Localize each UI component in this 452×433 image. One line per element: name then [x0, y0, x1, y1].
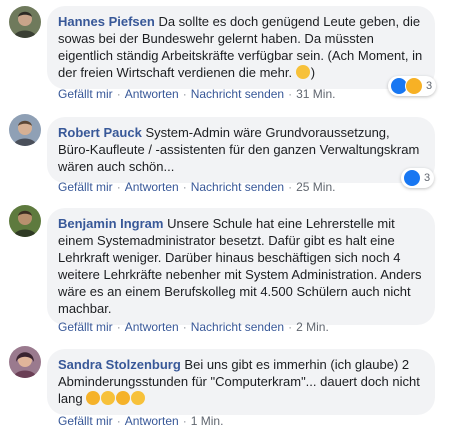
reactions-summary[interactable]: 3	[401, 168, 435, 188]
separator: ·	[288, 180, 293, 194]
separator: ·	[116, 320, 121, 334]
sad-emoji	[101, 391, 116, 405]
comment-text: Unsere Schule hat eine Lehrerstelle mit …	[58, 216, 422, 316]
comment-bubble: Hannes Piefsen Da sollte es doch genügen…	[47, 6, 435, 89]
comment-author[interactable]: Hannes Piefsen	[58, 14, 155, 29]
message-link[interactable]: Nachricht senden	[191, 87, 284, 101]
comment-author[interactable]: Benjamin Ingram	[58, 216, 163, 231]
timestamp[interactable]: 25 Min.	[296, 180, 335, 194]
comment-actions: Gefällt mir · Antworten · Nachricht senden · 2…	[58, 320, 329, 334]
separator: ·	[182, 180, 187, 194]
comment-actions: Gefällt mir · Antworten · Nachricht senden · 2…	[58, 180, 335, 194]
reaction-count: 3	[424, 172, 431, 184]
separator: ·	[288, 320, 293, 334]
message-link[interactable]: Nachricht senden	[191, 320, 284, 334]
avatar[interactable]	[9, 6, 41, 38]
laugh-crying-emoji	[116, 391, 131, 405]
timestamp[interactable]: 2 Min.	[296, 320, 329, 334]
reply-link[interactable]: Antworten	[125, 87, 179, 101]
like-link[interactable]: Gefällt mir	[58, 320, 113, 334]
comment-bubble: Benjamin Ingram Unsere Schule hat eine L…	[47, 208, 435, 325]
separator: ·	[116, 87, 121, 101]
timestamp[interactable]: 31 Min.	[296, 87, 335, 101]
like-link[interactable]: Gefällt mir	[58, 414, 113, 428]
comment-actions: Gefällt mir · Antworten · 1 Min.	[58, 414, 223, 428]
laugh-icon	[405, 77, 423, 95]
reactions-summary[interactable]: 3	[388, 76, 437, 96]
avatar[interactable]	[9, 346, 41, 378]
comment-actions: Gefällt mir · Antworten · Nachricht senden · 3…	[58, 87, 335, 101]
reply-link[interactable]: Antworten	[125, 180, 179, 194]
reply-link[interactable]: Antworten	[125, 320, 179, 334]
like-link[interactable]: Gefällt mir	[58, 87, 113, 101]
reaction-count: 3	[426, 80, 433, 92]
sweat-smile-emoji	[295, 65, 310, 79]
avatar[interactable]	[9, 114, 41, 146]
avatar[interactable]	[9, 205, 41, 237]
separator: ·	[116, 180, 121, 194]
separator: ·	[182, 87, 187, 101]
like-link[interactable]: Gefällt mir	[58, 180, 113, 194]
separator: ·	[182, 414, 187, 428]
sad-emoji	[131, 391, 146, 405]
like-icon	[403, 169, 421, 187]
comment-bubble: Sandra Stolzenburg Bei uns gibt es immer…	[47, 349, 435, 415]
comment-author[interactable]: Sandra Stolzenburg	[58, 357, 181, 372]
laugh-crying-emoji	[86, 391, 101, 405]
separator: ·	[288, 87, 293, 101]
comment-bubble: Robert Pauck System-Admin wäre Grundvora…	[47, 117, 435, 183]
separator: ·	[182, 320, 187, 334]
timestamp[interactable]: 1 Min.	[191, 414, 224, 428]
message-link[interactable]: Nachricht senden	[191, 180, 284, 194]
reply-link[interactable]: Antworten	[125, 414, 179, 428]
separator: ·	[116, 414, 121, 428]
comment-text-end: )	[310, 65, 316, 80]
comment-author[interactable]: Robert Pauck	[58, 125, 142, 140]
